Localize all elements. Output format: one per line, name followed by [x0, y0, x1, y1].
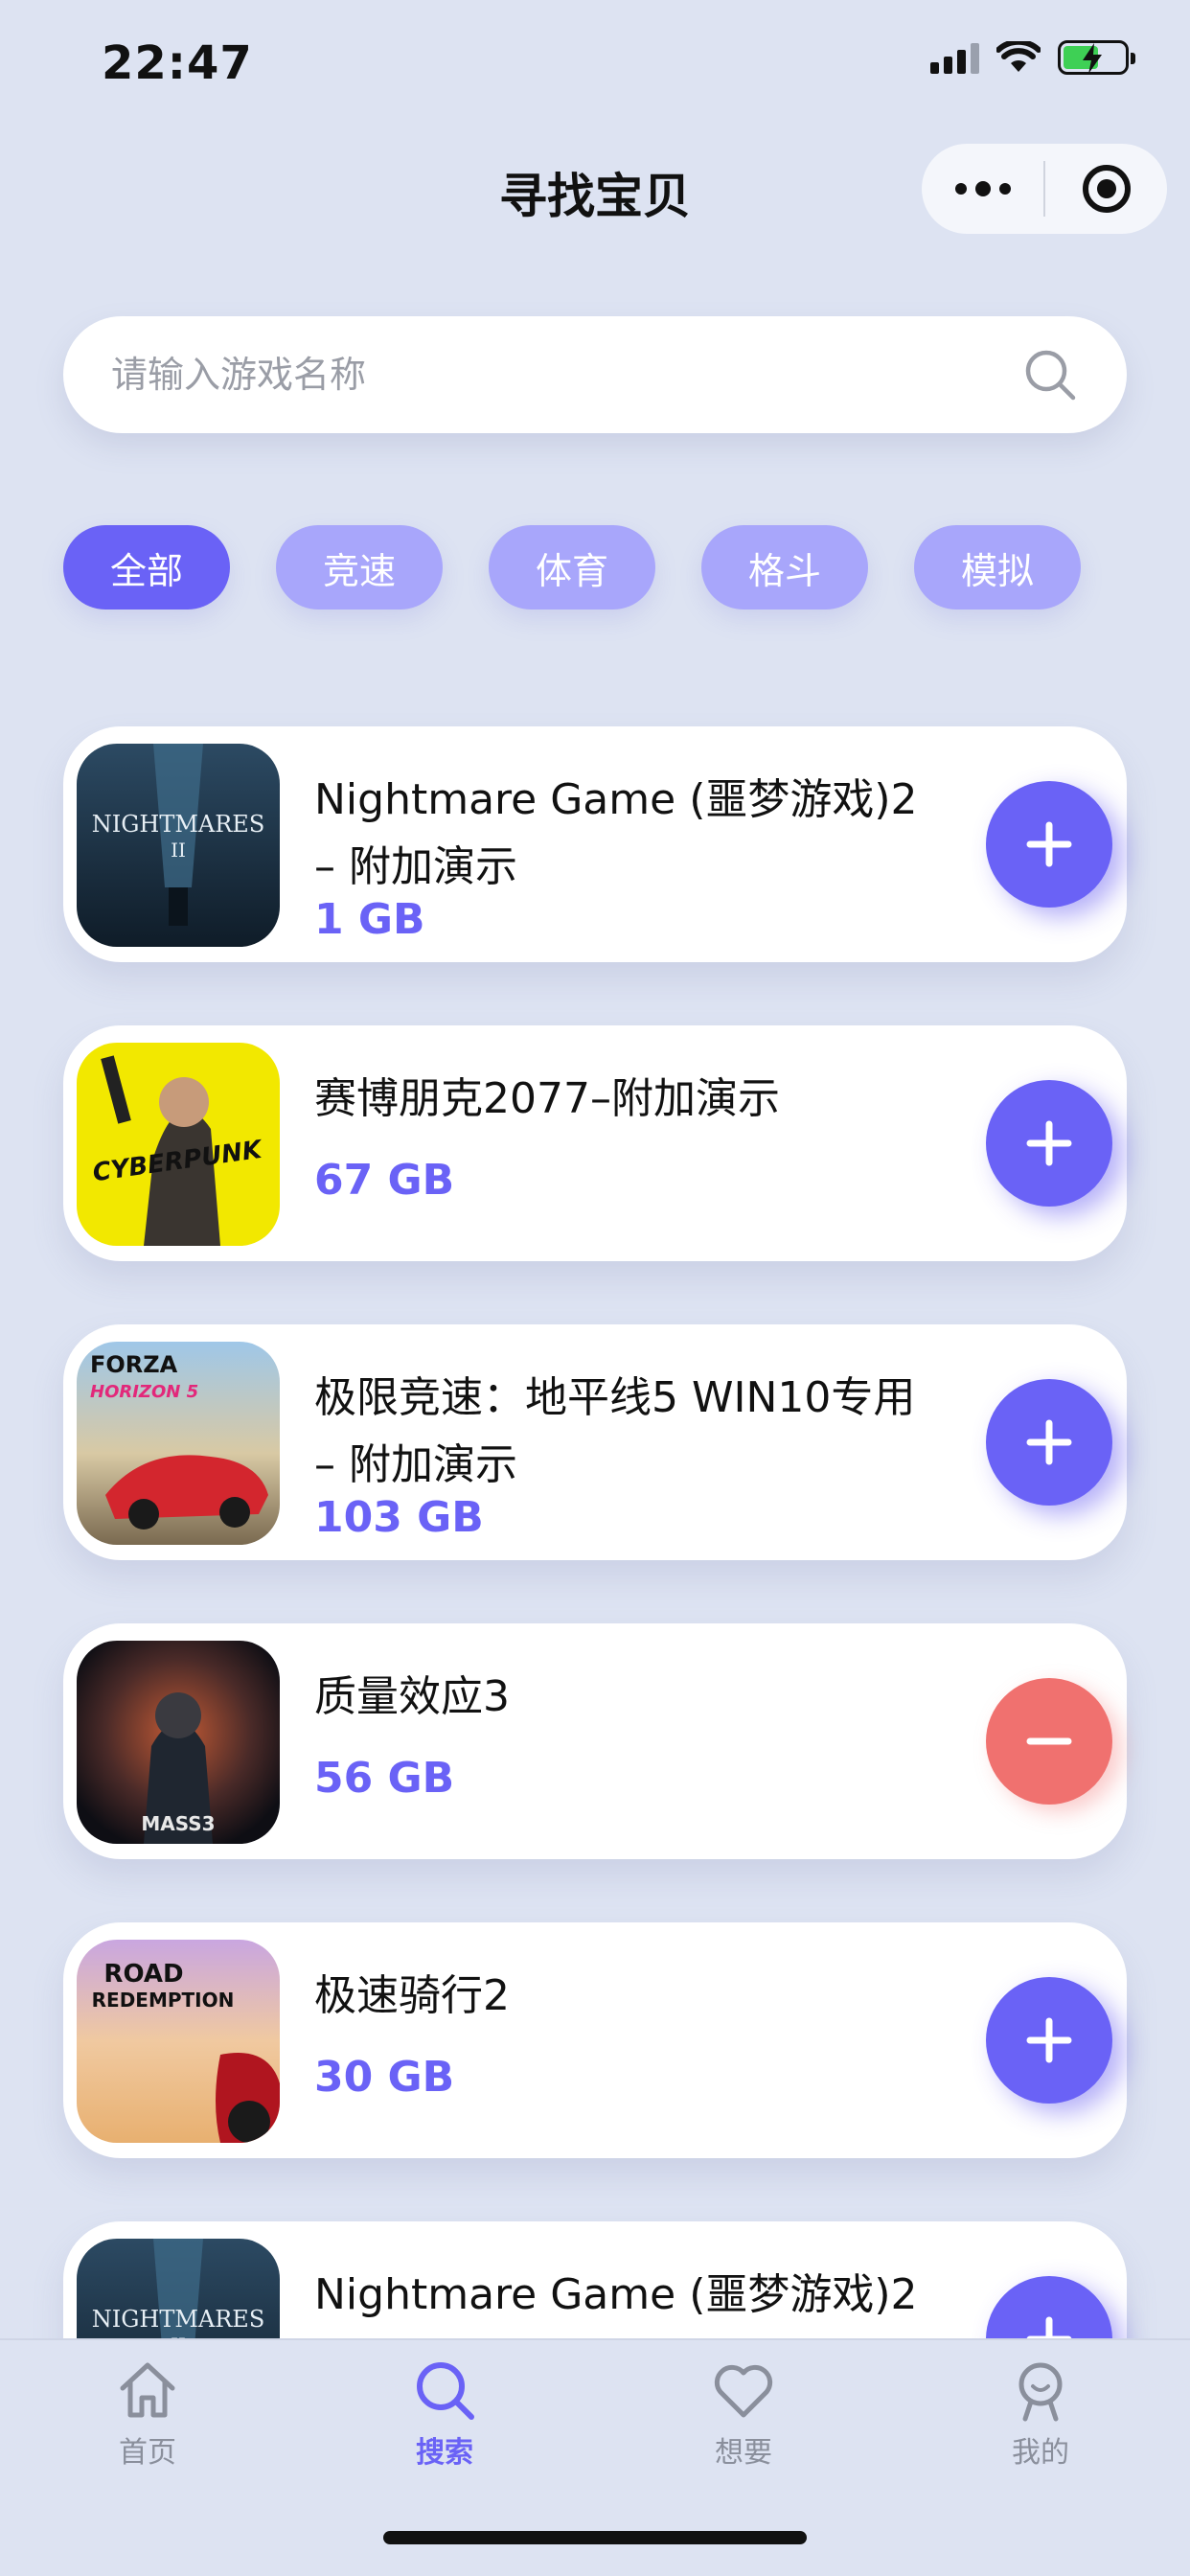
game-cover: ROAD REDEMPTION: [77, 1940, 280, 2143]
remove-button[interactable]: [986, 1678, 1112, 1805]
game-name: 赛博朋克2077–附加演示: [314, 1074, 780, 1123]
game-card[interactable]: FORZA HORIZON 5 极限竞速：地平线5 WIN10专用 – 附加演示…: [63, 1324, 1127, 1560]
plus-icon: [1026, 1419, 1072, 1465]
add-button[interactable]: [986, 1379, 1112, 1506]
heart-icon: [714, 2364, 773, 2418]
cover-title: NIGHTMARES: [92, 811, 265, 838]
minus-icon: [1026, 1737, 1072, 1745]
game-size: 1 GB: [314, 895, 425, 944]
profile-icon: [1018, 2362, 1063, 2422]
game-card[interactable]: CYBERPUNK 赛博朋克2077–附加演示 67 GB: [63, 1025, 1127, 1261]
plus-icon: [1026, 2017, 1072, 2063]
game-cover: NIGHTMARES II: [77, 2239, 280, 2338]
tab-search[interactable]: 搜索: [358, 2356, 531, 2471]
game-name: 极速骑行2: [314, 1971, 510, 2020]
search-icon: [417, 2362, 474, 2420]
add-button[interactable]: [986, 2276, 1112, 2338]
game-cover: CYBERPUNK: [77, 1043, 280, 1246]
tab-profile[interactable]: 我的: [954, 2356, 1127, 2471]
game-size: 67 GB: [314, 1156, 455, 1205]
game-cover: NIGHTMARES II: [77, 744, 280, 947]
game-name: Nightmare Game (噩梦游戏)2 – 附加演示: [314, 775, 918, 891]
svg-text:MASS3: MASS3: [141, 1812, 215, 1835]
tab-home[interactable]: 首页: [61, 2356, 234, 2471]
game-card[interactable]: MASS3 质量效应3 56 GB: [63, 1623, 1127, 1859]
game-list: NIGHTMARES II Nightmare Game (噩梦游戏)2 – 附…: [63, 726, 1127, 2338]
cover-title: NIGHTMARES: [92, 2306, 265, 2333]
add-button[interactable]: [986, 1977, 1112, 2104]
game-cover: MASS3: [77, 1641, 280, 1844]
plus-icon: [1026, 821, 1072, 867]
svg-text:REDEMPTION: REDEMPTION: [92, 1989, 235, 2012]
add-button[interactable]: [986, 1080, 1112, 1207]
svg-text:HORIZON 5: HORIZON 5: [90, 1382, 198, 1402]
game-size: 103 GB: [314, 1493, 484, 1542]
game-name: 质量效应3: [314, 1672, 510, 1721]
game-size: 56 GB: [314, 1754, 455, 1803]
game-name: 极限竞速：地平线5 WIN10专用 – 附加演示: [314, 1373, 916, 1489]
game-size: 30 GB: [314, 2053, 455, 2102]
game-list-viewport: NIGHTMARES II Nightmare Game (噩梦游戏)2 – 附…: [0, 0, 1190, 2338]
game-card[interactable]: ROAD REDEMPTION 极速骑行2 30 GB: [63, 1922, 1127, 2158]
svg-text:II: II: [171, 839, 186, 862]
svg-text:ROAD: ROAD: [103, 1960, 183, 1989]
svg-text:FORZA: FORZA: [90, 1351, 178, 1378]
add-button[interactable]: [986, 781, 1112, 908]
plus-icon: [1026, 1120, 1072, 1166]
game-card[interactable]: NIGHTMARES II Nightmare Game (噩梦游戏)2: [63, 2221, 1127, 2338]
tab-wishlist[interactable]: 想要: [657, 2356, 830, 2471]
home-icon: [120, 2362, 175, 2418]
plus-icon: [1026, 2316, 1072, 2338]
game-card[interactable]: NIGHTMARES II Nightmare Game (噩梦游戏)2 – 附…: [63, 726, 1127, 962]
home-indicator: [383, 2531, 807, 2544]
game-cover: FORZA HORIZON 5: [77, 1342, 280, 1545]
game-name: Nightmare Game (噩梦游戏)2: [314, 2270, 918, 2319]
